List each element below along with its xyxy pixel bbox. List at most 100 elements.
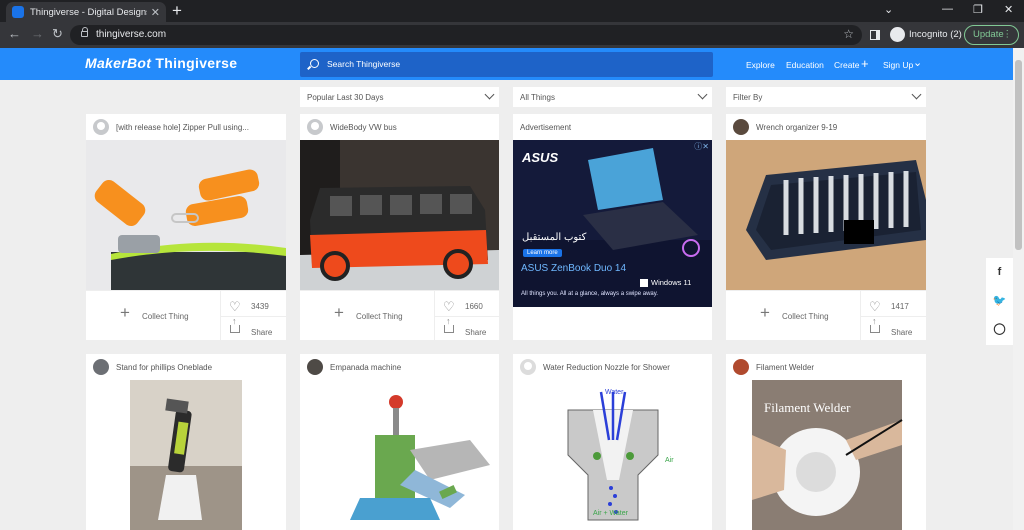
category-dropdown[interactable]: All Things (513, 87, 712, 107)
search-placeholder: Search Thingiverse (327, 59, 401, 69)
incognito-label[interactable]: Incognito (2) (909, 29, 962, 40)
card-title[interactable]: Stand for phillips Oneblade (116, 363, 278, 372)
thing-card[interactable]: Water Reduction Nozzle for Shower Water … (513, 354, 712, 530)
thing-card[interactable]: [with release hole] Zipper Pull using...… (86, 114, 287, 341)
nav-create[interactable]: Create (834, 60, 860, 70)
avatar[interactable] (733, 359, 749, 375)
tab-search-chevron-icon[interactable]: ⌄ (884, 3, 893, 16)
thing-card[interactable]: Empanada machine (300, 354, 499, 530)
makerbot-thingiverse-logo[interactable]: MakerBot Thingiverse (85, 55, 237, 71)
close-tab-icon[interactable]: ✕ (151, 6, 160, 19)
thing-thumbnail[interactable]: Filament Welder (726, 380, 926, 530)
update-button[interactable]: Update ⋮ (964, 25, 1019, 45)
thing-card[interactable]: Filament Welder Filament Welder (726, 354, 926, 530)
card-title[interactable]: Empanada machine (330, 363, 491, 372)
whatsapp-icon[interactable]: ◯ (986, 322, 1013, 335)
bookmark-star-icon[interactable]: ☆ (843, 27, 854, 41)
heart-icon[interactable]: ♡ (869, 299, 881, 315)
nav-explore[interactable]: Explore (746, 60, 775, 70)
like-count: 1660 (465, 302, 483, 311)
collect-thing-button[interactable]: + Collect Thing (726, 291, 860, 341)
avatar[interactable] (93, 119, 109, 135)
avatar[interactable] (307, 119, 323, 135)
avatar[interactable] (307, 359, 323, 375)
ad-arabic-text: كتوب المستقبل (522, 232, 587, 243)
omnibox[interactable]: thingiverse.com ☆ (70, 25, 862, 45)
new-tab-icon[interactable]: + (172, 2, 182, 20)
share-button[interactable]: Share (465, 328, 486, 337)
card-header: Stand for phillips Oneblade (86, 354, 286, 380)
signup-chevron-icon[interactable]: ⌄ (913, 56, 922, 69)
card-header: WideBody VW bus (300, 114, 499, 140)
back-icon[interactable]: ← (8, 26, 21, 42)
asus-logo: ASUS (522, 150, 559, 165)
thing-thumbnail[interactable]: Water Air Air + Water (513, 380, 712, 530)
like-count: 1417 (891, 302, 909, 311)
card-title[interactable]: Filament Welder (756, 363, 918, 372)
thing-thumbnail[interactable] (300, 380, 499, 530)
facebook-icon[interactable]: f (986, 266, 1013, 278)
card-header: Empanada machine (300, 354, 499, 380)
thing-thumbnail[interactable] (86, 380, 286, 530)
ad-product-name: ASUS ZenBook Duo 14 (521, 263, 627, 274)
collect-thing-button[interactable]: + Collect Thing (300, 291, 434, 341)
thing-card[interactable]: WideBody VW bus + Collect Thing ♡ 1660 ↑… (300, 114, 501, 341)
nav-signup[interactable]: Sign Up (883, 60, 913, 70)
reload-icon[interactable]: ↻ (52, 26, 63, 42)
thing-thumbnail[interactable] (86, 140, 286, 290)
nav-education[interactable]: Education (786, 60, 824, 70)
share-button[interactable]: Share (891, 328, 912, 337)
thing-thumbnail[interactable] (726, 140, 926, 290)
share-icon[interactable] (230, 316, 240, 333)
card-header: Wrench organizer 9-19 (726, 114, 926, 140)
sort-dropdown[interactable]: Popular Last 30 Days (300, 87, 499, 107)
twitter-icon[interactable]: 🐦 (986, 294, 1013, 307)
collect-thing-button[interactable]: + Collect Thing (86, 291, 220, 341)
ad-banner[interactable]: ASUS ⓘ✕ كتوب المستقبل Learn more ASUS Ze… (513, 140, 712, 307)
restore-icon[interactable]: ❐ (973, 3, 983, 16)
card-footer: + Collect Thing ♡ 1417 Share (726, 290, 927, 341)
ad-learn-more-button[interactable]: Learn more (523, 249, 562, 257)
card-title[interactable]: [with release hole] Zipper Pull using... (116, 123, 278, 132)
lock-icon[interactable] (81, 27, 88, 37)
thing-card[interactable]: Wrench organizer 9-19 + Collect Thing ♡ … (726, 114, 927, 341)
card-header: [with release hole] Zipper Pull using... (86, 114, 286, 140)
forward-icon[interactable]: → (31, 26, 44, 42)
advertisement-label: Advertisement (520, 123, 572, 132)
thing-thumbnail[interactable] (300, 140, 499, 290)
card-title[interactable]: Wrench organizer 9-19 (756, 123, 918, 132)
address-bar: ← → ↻ thingiverse.com ☆ Incognito (2) Up… (0, 22, 1024, 48)
share-icon[interactable] (444, 316, 454, 333)
avatar[interactable] (520, 359, 536, 375)
filter-by-dropdown[interactable]: Filter By (726, 87, 926, 107)
search-input[interactable]: Search Thingiverse (300, 52, 713, 77)
heart-icon[interactable]: ♡ (229, 299, 241, 315)
url-text[interactable]: thingiverse.com (96, 29, 166, 40)
avatar[interactable] (93, 359, 109, 375)
card-title[interactable]: Water Reduction Nozzle for Shower (543, 363, 704, 372)
ad-choices-icon[interactable]: ⓘ✕ (694, 141, 709, 152)
ad-windows-label: Windows 11 (651, 278, 692, 287)
chevron-down-icon (484, 89, 495, 100)
side-panel-icon[interactable] (870, 30, 880, 40)
share-button[interactable]: Share (251, 328, 272, 337)
more-menu-icon[interactable]: ⋮ (1003, 26, 1013, 44)
search-icon (310, 59, 319, 68)
thing-card[interactable]: Stand for phillips Oneblade (86, 354, 286, 530)
browser-tab-bar: Thingiverse - Digital Designs for ✕ + ⌄ … (0, 0, 1024, 22)
heart-icon[interactable]: ♡ (443, 299, 455, 315)
thingiverse-favicon-icon (12, 6, 24, 18)
avatar[interactable] (733, 119, 749, 135)
scrollbar-thumb[interactable] (1015, 60, 1022, 250)
browser-tab[interactable]: Thingiverse - Digital Designs for ✕ (6, 2, 166, 22)
chevron-down-icon (911, 89, 922, 100)
close-window-icon[interactable]: ✕ (1004, 3, 1013, 16)
img-label-air-right: Air (665, 457, 674, 464)
incognito-icon[interactable] (890, 27, 905, 42)
card-title[interactable]: WideBody VW bus (330, 123, 491, 132)
minimize-icon[interactable]: — (942, 3, 953, 15)
create-plus-icon[interactable]: + (861, 56, 869, 71)
update-label: Update (973, 29, 1004, 40)
share-icon[interactable] (870, 316, 880, 333)
page-scrollbar[interactable] (1013, 48, 1024, 530)
